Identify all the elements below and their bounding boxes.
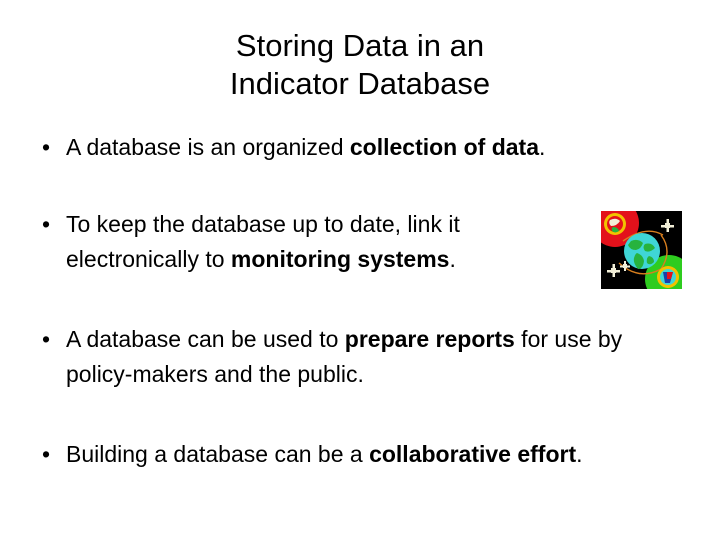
bullet-1-segment-2-bold: collection of data <box>349 134 540 160</box>
bullet-marker-icon: • <box>42 134 51 160</box>
bullet-4-segment-3: . <box>576 441 583 467</box>
bullet-3-segment-2-bold: prepare reports <box>344 326 515 352</box>
bullet-marker-icon: • <box>42 326 51 352</box>
bullet-list: • A database is an organized collection … <box>36 130 676 472</box>
title-line-1: Storing Data in an <box>235 28 485 63</box>
bullet-2-segment-3: . <box>449 246 456 272</box>
bullet-text-1: A database is an organized collection of… <box>66 130 676 165</box>
bullet-3-segment-1: A database can be used to <box>66 326 345 352</box>
list-item: • A database is an organized collection … <box>36 130 676 165</box>
list-item: • A database can be used to prepare repo… <box>36 322 676 392</box>
title-line-2: Indicator Database <box>229 66 491 101</box>
bullet-4-segment-1: Building a database can be a <box>66 441 370 467</box>
page-title: Storing Data in an Indicator Database <box>0 27 720 103</box>
globe-satellites-illustration <box>601 211 682 289</box>
bullet-marker-icon: • <box>42 441 51 467</box>
bullet-text-3: A database can be used to prepare report… <box>66 322 676 392</box>
bullet-text-4: Building a database can be a collaborati… <box>66 437 666 472</box>
bullet-2-segment-2-bold: monitoring systems <box>230 246 450 272</box>
list-item: • To keep the database up to date, link … <box>36 207 676 277</box>
bullet-1-segment-3: . <box>539 134 546 160</box>
list-item: • Building a database can be a collabora… <box>36 437 676 472</box>
global-monitoring-image <box>601 211 682 289</box>
bullet-marker-icon: • <box>42 211 51 237</box>
slide-canvas: Storing Data in an Indicator Database • … <box>0 0 720 540</box>
bullet-text-2: To keep the database up to date, link it… <box>66 207 586 277</box>
bullet-1-segment-1: A database is an organized <box>66 134 350 160</box>
bullet-4-segment-2-bold: collaborative effort <box>369 441 577 467</box>
